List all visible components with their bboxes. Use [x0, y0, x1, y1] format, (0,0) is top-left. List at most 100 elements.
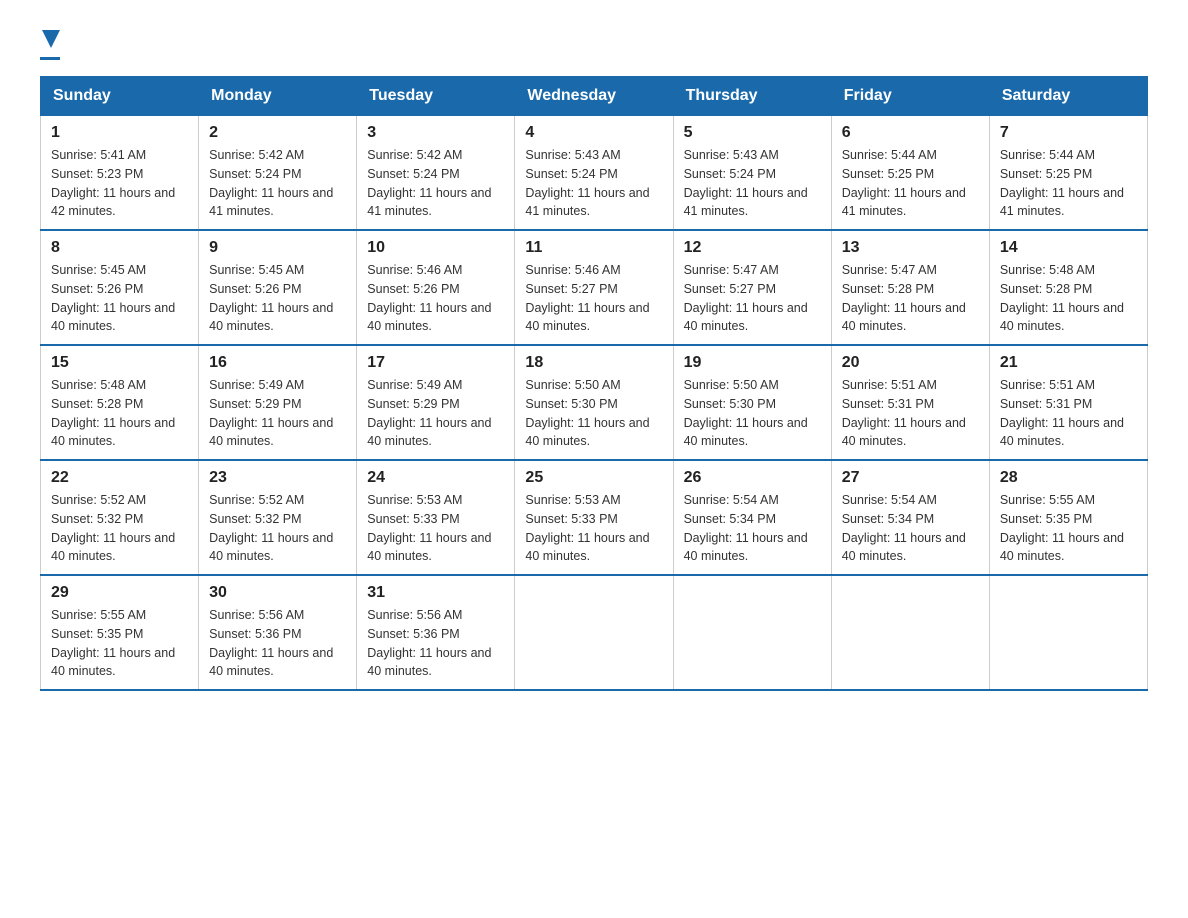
day-info: Sunrise: 5:41 AMSunset: 5:23 PMDaylight:… [51, 148, 175, 218]
day-info: Sunrise: 5:45 AMSunset: 5:26 PMDaylight:… [209, 263, 333, 333]
calendar-day-cell: 6 Sunrise: 5:44 AMSunset: 5:25 PMDayligh… [831, 116, 989, 231]
calendar-day-cell [831, 575, 989, 690]
day-number: 2 [209, 124, 346, 142]
day-number: 10 [367, 239, 504, 257]
day-number: 27 [842, 469, 979, 487]
day-info: Sunrise: 5:43 AMSunset: 5:24 PMDaylight:… [684, 148, 808, 218]
calendar-day-cell: 1 Sunrise: 5:41 AMSunset: 5:23 PMDayligh… [41, 116, 199, 231]
calendar-day-cell: 8 Sunrise: 5:45 AMSunset: 5:26 PMDayligh… [41, 230, 199, 345]
day-info: Sunrise: 5:51 AMSunset: 5:31 PMDaylight:… [842, 378, 966, 448]
calendar-week-row: 15 Sunrise: 5:48 AMSunset: 5:28 PMDaylig… [41, 345, 1148, 460]
day-info: Sunrise: 5:47 AMSunset: 5:28 PMDaylight:… [842, 263, 966, 333]
day-number: 24 [367, 469, 504, 487]
day-number: 9 [209, 239, 346, 257]
day-number: 11 [525, 239, 662, 257]
calendar-day-cell: 3 Sunrise: 5:42 AMSunset: 5:24 PMDayligh… [357, 116, 515, 231]
calendar-day-cell [673, 575, 831, 690]
day-info: Sunrise: 5:56 AMSunset: 5:36 PMDaylight:… [367, 608, 491, 678]
day-info: Sunrise: 5:44 AMSunset: 5:25 PMDaylight:… [842, 148, 966, 218]
day-number: 6 [842, 124, 979, 142]
day-info: Sunrise: 5:50 AMSunset: 5:30 PMDaylight:… [525, 378, 649, 448]
day-info: Sunrise: 5:48 AMSunset: 5:28 PMDaylight:… [1000, 263, 1124, 333]
day-info: Sunrise: 5:52 AMSunset: 5:32 PMDaylight:… [51, 493, 175, 563]
calendar-day-cell: 2 Sunrise: 5:42 AMSunset: 5:24 PMDayligh… [199, 116, 357, 231]
day-info: Sunrise: 5:51 AMSunset: 5:31 PMDaylight:… [1000, 378, 1124, 448]
day-info: Sunrise: 5:43 AMSunset: 5:24 PMDaylight:… [525, 148, 649, 218]
day-number: 8 [51, 239, 188, 257]
day-number: 3 [367, 124, 504, 142]
day-of-week-header: Monday [199, 77, 357, 116]
day-info: Sunrise: 5:48 AMSunset: 5:28 PMDaylight:… [51, 378, 175, 448]
calendar-day-cell: 14 Sunrise: 5:48 AMSunset: 5:28 PMDaylig… [989, 230, 1147, 345]
calendar-day-cell: 9 Sunrise: 5:45 AMSunset: 5:26 PMDayligh… [199, 230, 357, 345]
calendar-day-cell: 30 Sunrise: 5:56 AMSunset: 5:36 PMDaylig… [199, 575, 357, 690]
calendar-day-cell: 15 Sunrise: 5:48 AMSunset: 5:28 PMDaylig… [41, 345, 199, 460]
day-number: 29 [51, 584, 188, 602]
day-number: 1 [51, 124, 188, 142]
day-info: Sunrise: 5:42 AMSunset: 5:24 PMDaylight:… [367, 148, 491, 218]
day-info: Sunrise: 5:55 AMSunset: 5:35 PMDaylight:… [51, 608, 175, 678]
logo-triangle-icon [42, 30, 60, 48]
calendar-day-cell: 18 Sunrise: 5:50 AMSunset: 5:30 PMDaylig… [515, 345, 673, 460]
day-of-week-header: Wednesday [515, 77, 673, 116]
day-number: 30 [209, 584, 346, 602]
calendar-day-cell: 25 Sunrise: 5:53 AMSunset: 5:33 PMDaylig… [515, 460, 673, 575]
day-info: Sunrise: 5:55 AMSunset: 5:35 PMDaylight:… [1000, 493, 1124, 563]
calendar-day-cell: 23 Sunrise: 5:52 AMSunset: 5:32 PMDaylig… [199, 460, 357, 575]
day-number: 18 [525, 354, 662, 372]
day-number: 17 [367, 354, 504, 372]
calendar-day-cell: 31 Sunrise: 5:56 AMSunset: 5:36 PMDaylig… [357, 575, 515, 690]
day-info: Sunrise: 5:53 AMSunset: 5:33 PMDaylight:… [367, 493, 491, 563]
day-number: 7 [1000, 124, 1137, 142]
day-info: Sunrise: 5:46 AMSunset: 5:26 PMDaylight:… [367, 263, 491, 333]
day-info: Sunrise: 5:52 AMSunset: 5:32 PMDaylight:… [209, 493, 333, 563]
calendar-day-cell: 10 Sunrise: 5:46 AMSunset: 5:26 PMDaylig… [357, 230, 515, 345]
logo [40, 30, 60, 60]
day-number: 23 [209, 469, 346, 487]
day-info: Sunrise: 5:56 AMSunset: 5:36 PMDaylight:… [209, 608, 333, 678]
calendar-day-cell: 22 Sunrise: 5:52 AMSunset: 5:32 PMDaylig… [41, 460, 199, 575]
day-number: 4 [525, 124, 662, 142]
day-info: Sunrise: 5:49 AMSunset: 5:29 PMDaylight:… [367, 378, 491, 448]
calendar-day-cell: 12 Sunrise: 5:47 AMSunset: 5:27 PMDaylig… [673, 230, 831, 345]
calendar-day-cell: 17 Sunrise: 5:49 AMSunset: 5:29 PMDaylig… [357, 345, 515, 460]
day-info: Sunrise: 5:47 AMSunset: 5:27 PMDaylight:… [684, 263, 808, 333]
day-number: 15 [51, 354, 188, 372]
day-info: Sunrise: 5:53 AMSunset: 5:33 PMDaylight:… [525, 493, 649, 563]
calendar-day-cell: 5 Sunrise: 5:43 AMSunset: 5:24 PMDayligh… [673, 116, 831, 231]
day-number: 31 [367, 584, 504, 602]
day-number: 21 [1000, 354, 1137, 372]
calendar-header-row: SundayMondayTuesdayWednesdayThursdayFrid… [41, 77, 1148, 116]
day-info: Sunrise: 5:54 AMSunset: 5:34 PMDaylight:… [684, 493, 808, 563]
day-number: 22 [51, 469, 188, 487]
calendar-day-cell: 7 Sunrise: 5:44 AMSunset: 5:25 PMDayligh… [989, 116, 1147, 231]
calendar-day-cell: 13 Sunrise: 5:47 AMSunset: 5:28 PMDaylig… [831, 230, 989, 345]
calendar-week-row: 22 Sunrise: 5:52 AMSunset: 5:32 PMDaylig… [41, 460, 1148, 575]
calendar-day-cell: 24 Sunrise: 5:53 AMSunset: 5:33 PMDaylig… [357, 460, 515, 575]
day-number: 5 [684, 124, 821, 142]
day-of-week-header: Sunday [41, 77, 199, 116]
calendar-day-cell: 21 Sunrise: 5:51 AMSunset: 5:31 PMDaylig… [989, 345, 1147, 460]
calendar-day-cell: 19 Sunrise: 5:50 AMSunset: 5:30 PMDaylig… [673, 345, 831, 460]
day-of-week-header: Thursday [673, 77, 831, 116]
day-of-week-header: Saturday [989, 77, 1147, 116]
calendar-week-row: 29 Sunrise: 5:55 AMSunset: 5:35 PMDaylig… [41, 575, 1148, 690]
day-number: 28 [1000, 469, 1137, 487]
calendar-day-cell: 29 Sunrise: 5:55 AMSunset: 5:35 PMDaylig… [41, 575, 199, 690]
calendar-day-cell: 27 Sunrise: 5:54 AMSunset: 5:34 PMDaylig… [831, 460, 989, 575]
day-number: 19 [684, 354, 821, 372]
day-of-week-header: Tuesday [357, 77, 515, 116]
day-number: 16 [209, 354, 346, 372]
calendar-table: SundayMondayTuesdayWednesdayThursdayFrid… [40, 76, 1148, 691]
calendar-day-cell: 11 Sunrise: 5:46 AMSunset: 5:27 PMDaylig… [515, 230, 673, 345]
calendar-week-row: 1 Sunrise: 5:41 AMSunset: 5:23 PMDayligh… [41, 116, 1148, 231]
day-info: Sunrise: 5:54 AMSunset: 5:34 PMDaylight:… [842, 493, 966, 563]
day-info: Sunrise: 5:44 AMSunset: 5:25 PMDaylight:… [1000, 148, 1124, 218]
calendar-day-cell: 20 Sunrise: 5:51 AMSunset: 5:31 PMDaylig… [831, 345, 989, 460]
calendar-day-cell: 28 Sunrise: 5:55 AMSunset: 5:35 PMDaylig… [989, 460, 1147, 575]
logo-underline [40, 57, 60, 60]
day-info: Sunrise: 5:42 AMSunset: 5:24 PMDaylight:… [209, 148, 333, 218]
calendar-day-cell: 4 Sunrise: 5:43 AMSunset: 5:24 PMDayligh… [515, 116, 673, 231]
day-info: Sunrise: 5:46 AMSunset: 5:27 PMDaylight:… [525, 263, 649, 333]
day-info: Sunrise: 5:50 AMSunset: 5:30 PMDaylight:… [684, 378, 808, 448]
